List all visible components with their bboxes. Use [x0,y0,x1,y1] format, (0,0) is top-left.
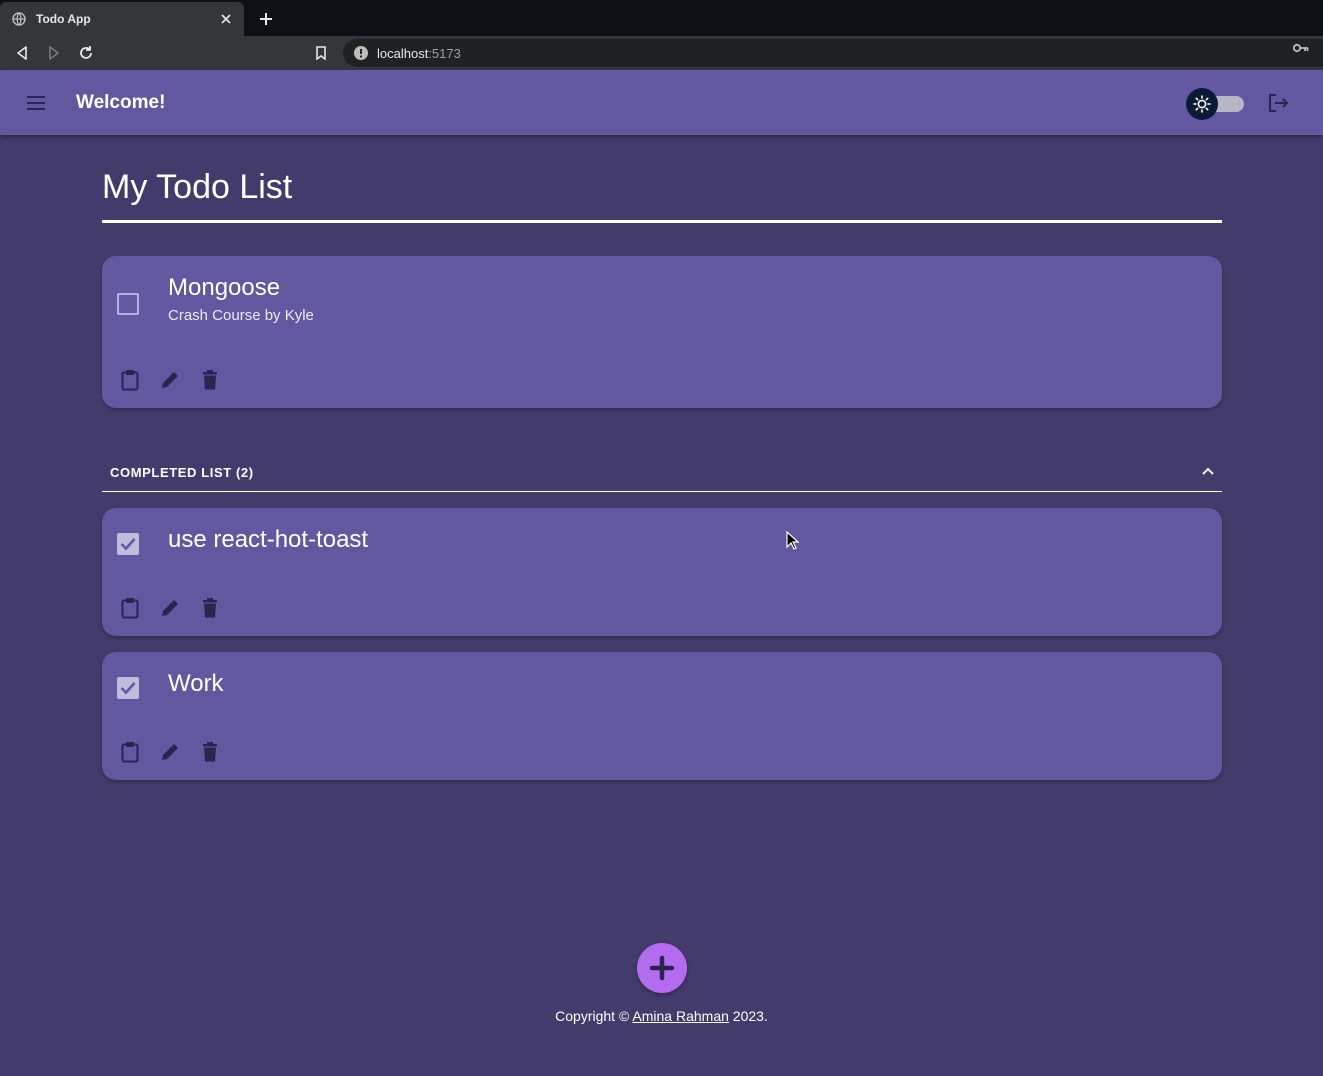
pencil-icon[interactable] [158,740,182,764]
back-icon[interactable] [12,43,32,63]
app-bar: Welcome! [0,70,1323,135]
logout-icon[interactable] [1266,91,1290,115]
hamburger-menu-icon[interactable] [24,91,48,115]
todo-card: Mongoose Crash Course by Kyle [102,256,1222,408]
globe-icon [12,12,26,26]
browser-tabstrip: Todo App [0,0,1323,36]
plus-icon [649,955,675,981]
clipboard-icon[interactable] [118,596,142,620]
mouse-cursor [786,530,800,551]
close-icon[interactable] [218,11,234,27]
forward-icon[interactable] [44,43,64,63]
add-todo-button[interactable] [637,943,687,993]
completed-list-toggle[interactable]: COMPLETED LIST (2) [102,456,1222,492]
bookmark-icon[interactable] [311,43,331,63]
trash-icon[interactable] [198,740,222,764]
chevron-up-icon[interactable] [1200,463,1216,479]
todo-checkbox[interactable] [116,676,140,700]
todo-checkbox[interactable] [116,532,140,556]
page-title: My Todo List [102,168,293,206]
completed-list-label: COMPLETED LIST (2) [110,465,254,480]
todo-description: Crash Course by Kyle [168,307,314,324]
todo-title: Work [168,670,224,697]
address-bar[interactable]: localhost:5173 [343,39,1323,67]
completed-todo-card: Work [102,652,1222,780]
pencil-icon[interactable] [158,368,182,392]
browser-tab[interactable]: Todo App [0,2,244,36]
site-info-icon[interactable] [353,45,369,61]
title-divider [102,220,1222,223]
author-link[interactable]: Amina Rahman [632,1008,729,1024]
url-text: localhost:5173 [377,45,461,61]
browser-toolbar: localhost:5173 [0,36,1323,70]
tab-title: Todo App [36,12,91,26]
copyright-suffix: 2023. [728,1008,768,1024]
todo-actions [118,368,222,392]
pencil-icon[interactable] [158,596,182,620]
footer: Copyright © Amina Rahman 2023. [0,1008,1323,1024]
trash-icon[interactable] [198,596,222,620]
sun-icon [1186,88,1218,120]
app-title: Welcome! [76,92,166,113]
key-icon[interactable] [1293,43,1309,57]
todo-checkbox[interactable] [116,292,140,316]
copyright-prefix: Copyright © [555,1008,633,1024]
todo-actions [118,596,222,620]
todo-title: Mongoose [168,274,281,301]
todo-actions [118,740,222,764]
new-tab-button[interactable] [256,9,276,29]
clipboard-icon[interactable] [118,740,142,764]
clipboard-icon[interactable] [118,368,142,392]
todo-title: use react-hot-toast [168,526,369,553]
reload-icon[interactable] [76,43,96,63]
trash-icon[interactable] [198,368,222,392]
completed-todo-card: use react-hot-toast [102,508,1222,636]
theme-toggle[interactable] [1186,88,1246,120]
